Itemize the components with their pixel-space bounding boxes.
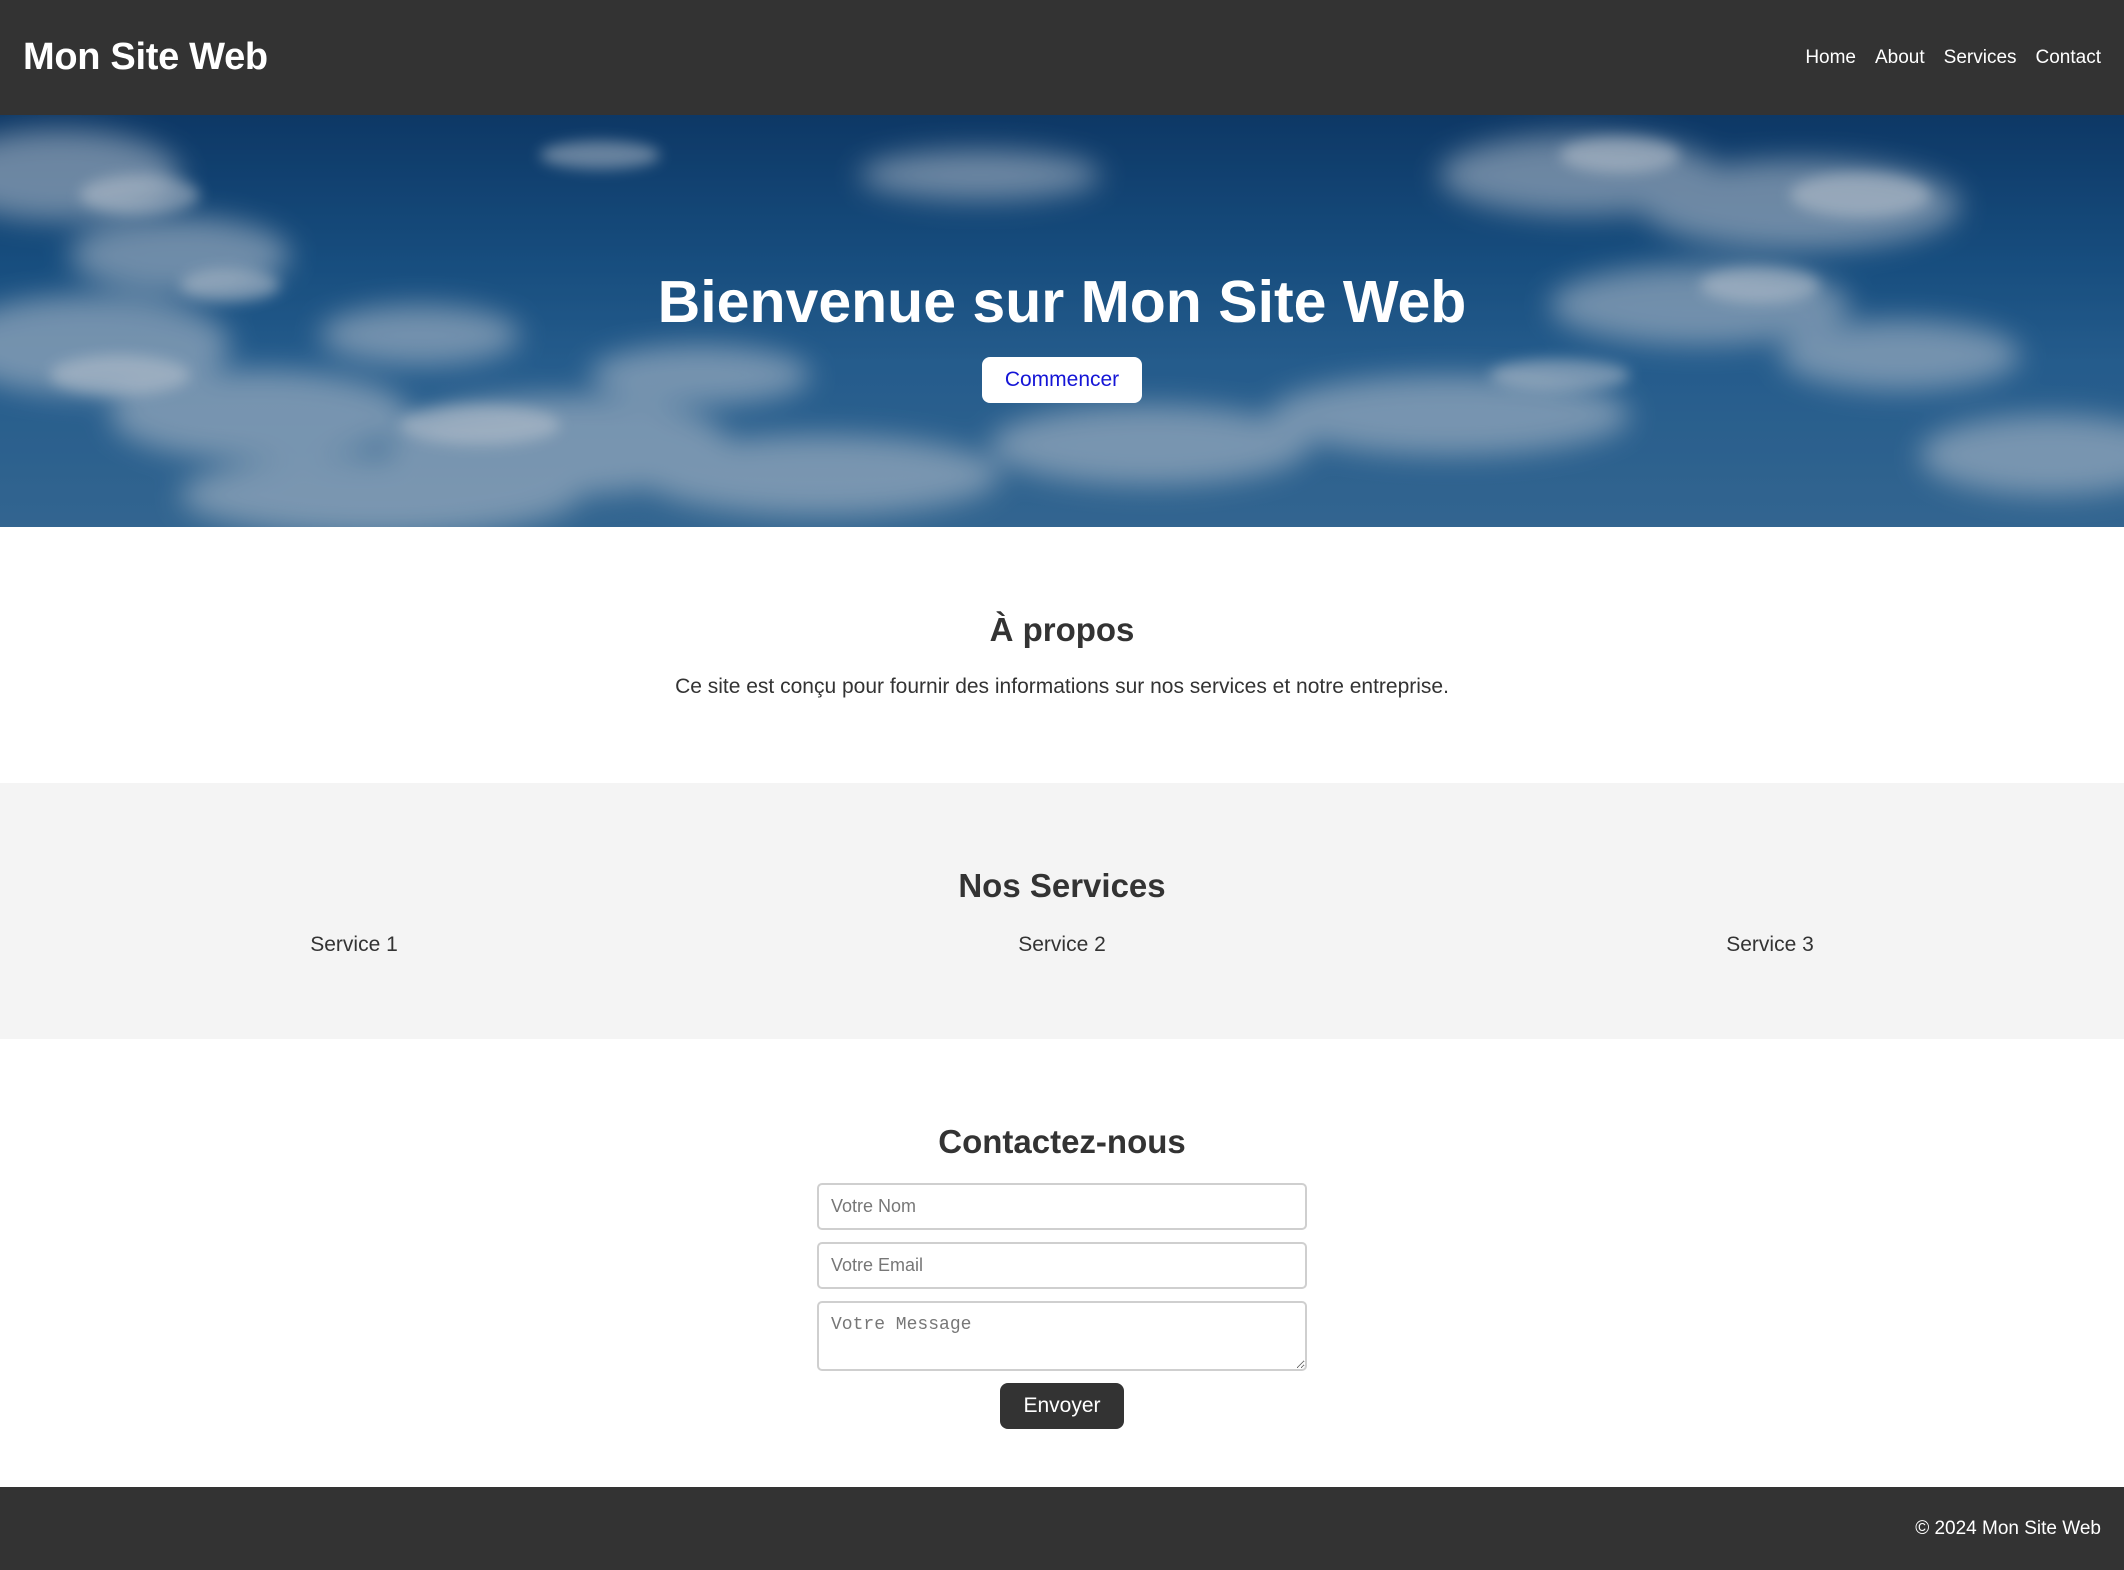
site-logo[interactable]: Mon Site Web <box>23 36 268 79</box>
about-title: À propos <box>989 611 1135 648</box>
hero-section: Bienvenue sur Mon Site Web Commencer <box>0 115 2124 527</box>
service-item: Service 3 <box>1726 933 1814 956</box>
contact-form: Envoyer <box>817 1183 1307 1429</box>
services-list: Service 1 Service 2 Service 3 <box>0 933 2124 957</box>
service-item: Service 1 <box>310 933 398 956</box>
nav-link-services[interactable]: Services <box>1944 47 2017 69</box>
start-button[interactable]: Commencer <box>981 357 1143 403</box>
send-button[interactable]: Envoyer <box>1000 1383 1124 1429</box>
footer-copyright: © 2024 Mon Site Web <box>1915 1517 2101 1539</box>
services-title: Nos Services <box>958 867 1166 904</box>
nav-link-home[interactable]: Home <box>1805 47 1856 69</box>
nav-link-about[interactable]: About <box>1875 47 1925 69</box>
main-nav: Home About Services Contact <box>1805 47 2101 69</box>
contact-section: Contactez-nous Envoyer <box>0 1039 2124 1487</box>
name-input[interactable] <box>817 1183 1307 1230</box>
hero-title: Bienvenue sur Mon Site Web <box>657 269 1467 335</box>
hero-content: Bienvenue sur Mon Site Web Commencer <box>0 273 2124 403</box>
service-item: Service 2 <box>1018 933 1106 956</box>
message-textarea[interactable] <box>817 1301 1307 1371</box>
about-section: À propos Ce site est conçu pour fournir … <box>0 527 2124 783</box>
submit-row: Envoyer <box>817 1383 1307 1429</box>
about-text: Ce site est conçu pour fournir des infor… <box>675 675 1449 698</box>
nav-link-contact[interactable]: Contact <box>2036 47 2101 69</box>
contact-title: Contactez-nous <box>938 1123 1186 1160</box>
site-header: Mon Site Web Home About Services Contact <box>0 0 2124 115</box>
email-input[interactable] <box>817 1242 1307 1289</box>
site-footer: © 2024 Mon Site Web <box>0 1487 2124 1570</box>
services-section: Nos Services Service 1 Service 2 Service… <box>0 783 2124 1039</box>
